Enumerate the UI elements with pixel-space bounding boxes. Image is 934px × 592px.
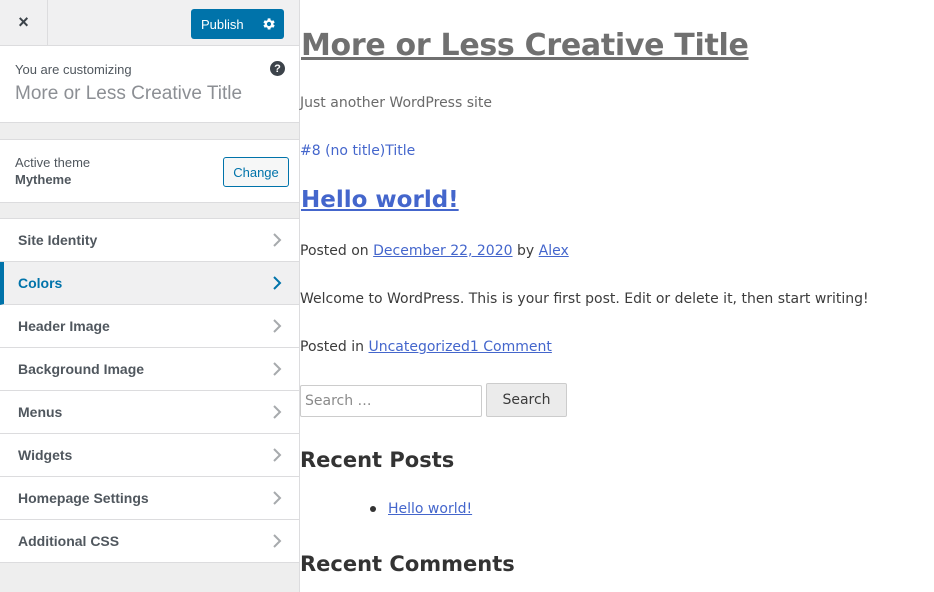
post-date-link[interactable]: December 22, 2020 xyxy=(373,243,512,259)
customizing-site-title: More or Less Creative Title xyxy=(15,83,243,104)
site-tagline: Just another WordPress site xyxy=(300,95,493,111)
section-label: Homepage Settings xyxy=(18,490,149,506)
customizer-sections: Site Identity Colors Header Image Backgroun… xyxy=(0,218,299,563)
help-icon[interactable]: ? xyxy=(270,61,285,76)
customize-info: You are customizing More or Less Creativ… xyxy=(0,46,299,123)
post-meta: Posted on December 22, 2020 by Alex xyxy=(300,243,569,259)
active-theme-panel: Active theme Mytheme Change xyxy=(0,139,299,203)
publish-button-group: Publish xyxy=(191,9,284,39)
chevron-right-icon xyxy=(270,276,284,290)
posted-on-label: Posted on xyxy=(300,243,369,259)
section-header-image[interactable]: Header Image xyxy=(0,305,299,348)
publish-button[interactable]: Publish xyxy=(191,9,254,39)
chevron-right-icon xyxy=(270,233,284,247)
close-icon: × xyxy=(18,12,29,32)
bullet-icon xyxy=(370,506,376,512)
section-label: Background Image xyxy=(18,361,145,377)
section-homepage-settings[interactable]: Homepage Settings xyxy=(0,477,299,520)
site-title-link[interactable]: More or Less Creative Title xyxy=(301,28,749,63)
section-label: Additional CSS xyxy=(18,533,120,549)
post-author-link[interactable]: Alex xyxy=(539,243,569,259)
section-widgets[interactable]: Widgets xyxy=(0,434,299,477)
section-background-image[interactable]: Background Image xyxy=(0,348,299,391)
menu-link[interactable]: #8 (no title)Title xyxy=(300,143,415,159)
by-label: by xyxy=(517,243,535,259)
recent-post-link[interactable]: Hello world! xyxy=(388,501,472,517)
chevron-right-icon xyxy=(270,491,284,505)
section-colors[interactable]: Colors xyxy=(0,262,299,305)
chevron-right-icon xyxy=(270,362,284,376)
post-content: Welcome to WordPress. This is your first… xyxy=(300,291,869,307)
search-button[interactable]: Search xyxy=(486,383,567,417)
recent-posts-heading: Recent Posts xyxy=(300,448,455,472)
section-additional-css[interactable]: Additional CSS xyxy=(0,520,299,563)
recent-post-item: Hello world! xyxy=(370,501,472,517)
chevron-right-icon xyxy=(270,534,284,548)
section-label: Site Identity xyxy=(18,232,98,248)
site-preview: More or Less Creative Title Just another… xyxy=(300,0,934,592)
customizer-sidebar: × Publish You are customizing More or Le… xyxy=(0,0,300,592)
posted-in-label: Posted in xyxy=(300,339,365,355)
publish-settings-button[interactable] xyxy=(254,9,284,39)
section-label: Colors xyxy=(18,275,63,291)
gear-icon xyxy=(263,18,275,30)
section-label: Header Image xyxy=(18,318,110,334)
recent-comments-heading: Recent Comments xyxy=(300,552,515,576)
section-site-identity[interactable]: Site Identity xyxy=(0,219,299,262)
post-title-link[interactable]: Hello world! xyxy=(301,187,459,213)
change-theme-button[interactable]: Change xyxy=(223,157,289,187)
section-label: Menus xyxy=(18,404,63,420)
post-footer: Posted in Uncategorized1 Comment xyxy=(300,339,552,355)
section-label: Widgets xyxy=(18,447,73,463)
customizing-label: You are customizing xyxy=(15,62,132,77)
search-input[interactable] xyxy=(300,385,482,417)
category-comments-link[interactable]: Uncategorized1 Comment xyxy=(368,339,551,355)
chevron-right-icon xyxy=(270,448,284,462)
customizer-header: × Publish xyxy=(0,0,299,46)
section-menus[interactable]: Menus xyxy=(0,391,299,434)
chevron-right-icon xyxy=(270,319,284,333)
chevron-right-icon xyxy=(270,405,284,419)
close-customizer-button[interactable]: × xyxy=(0,0,48,45)
